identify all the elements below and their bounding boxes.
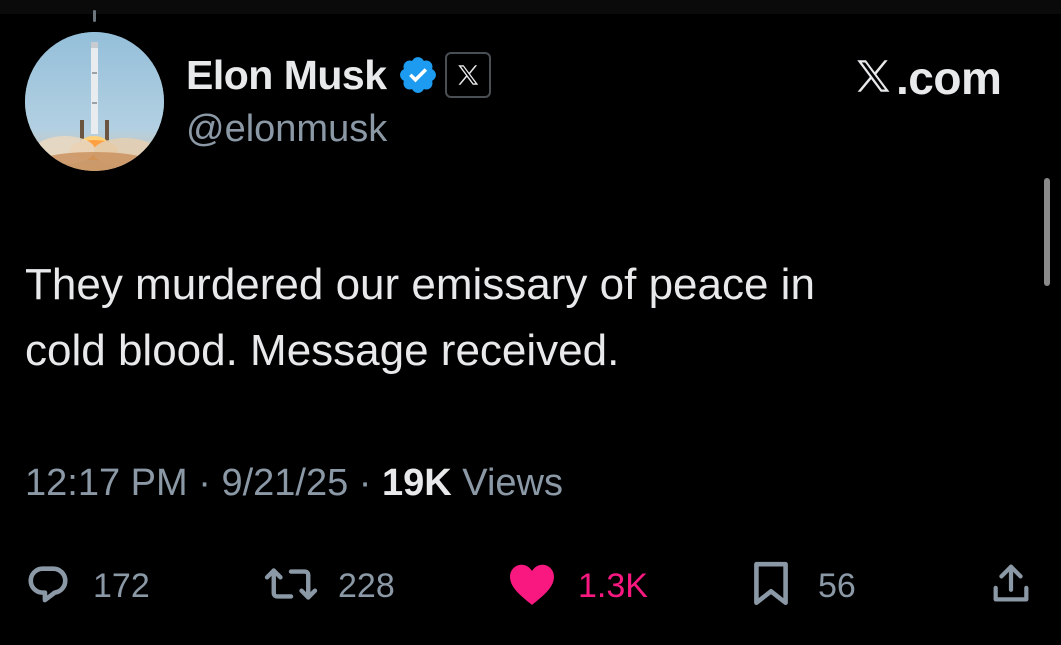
views-count: 19K	[382, 462, 452, 504]
repost-icon	[260, 561, 322, 612]
reply-icon	[25, 561, 71, 612]
meta-separator: ·	[198, 462, 211, 504]
bookmark-button[interactable]: 56	[750, 561, 856, 610]
reply-button[interactable]: 172	[25, 562, 150, 610]
bookmark-icon	[750, 559, 792, 614]
author-handle[interactable]: @elonmusk	[186, 108, 387, 151]
like-count: 1.3K	[578, 566, 648, 605]
views-label: Views	[462, 462, 563, 504]
avatar[interactable]	[25, 32, 164, 171]
repost-button[interactable]: 228	[260, 562, 395, 610]
tweet-date[interactable]: 9/21/25	[221, 462, 348, 504]
tweet-text: They murdered our emissary of peace in c…	[25, 252, 1025, 384]
meta-separator: ·	[358, 462, 372, 504]
bookmark-count: 56	[818, 566, 856, 605]
heart-icon	[506, 561, 558, 612]
verified-badge-icon[interactable]	[397, 54, 439, 96]
site-label: .com	[896, 52, 1002, 104]
site-logo: .com	[852, 52, 1002, 104]
author-display-name[interactable]: Elon Musk	[186, 52, 387, 99]
tweet-text-line: They murdered our emissary of peace in	[25, 260, 815, 309]
x-logo-icon	[852, 55, 894, 102]
reply-count: 172	[93, 566, 150, 605]
tweet-time[interactable]: 12:17 PM	[25, 462, 188, 504]
share-icon	[988, 560, 1034, 613]
tweet-meta: 12:17 PM · 9/21/25 · 19K Views	[25, 462, 563, 505]
author-row: Elon Musk	[186, 50, 491, 100]
drag-handle	[93, 10, 96, 22]
top-strip	[0, 0, 1061, 14]
share-button[interactable]	[988, 562, 1034, 610]
like-button[interactable]: 1.3K	[506, 562, 648, 610]
scrollbar[interactable]	[1044, 178, 1050, 286]
repost-count: 228	[338, 566, 395, 605]
x-logo-icon[interactable]	[444, 52, 491, 98]
tweet-text-line: cold blood. Message received.	[25, 326, 620, 375]
